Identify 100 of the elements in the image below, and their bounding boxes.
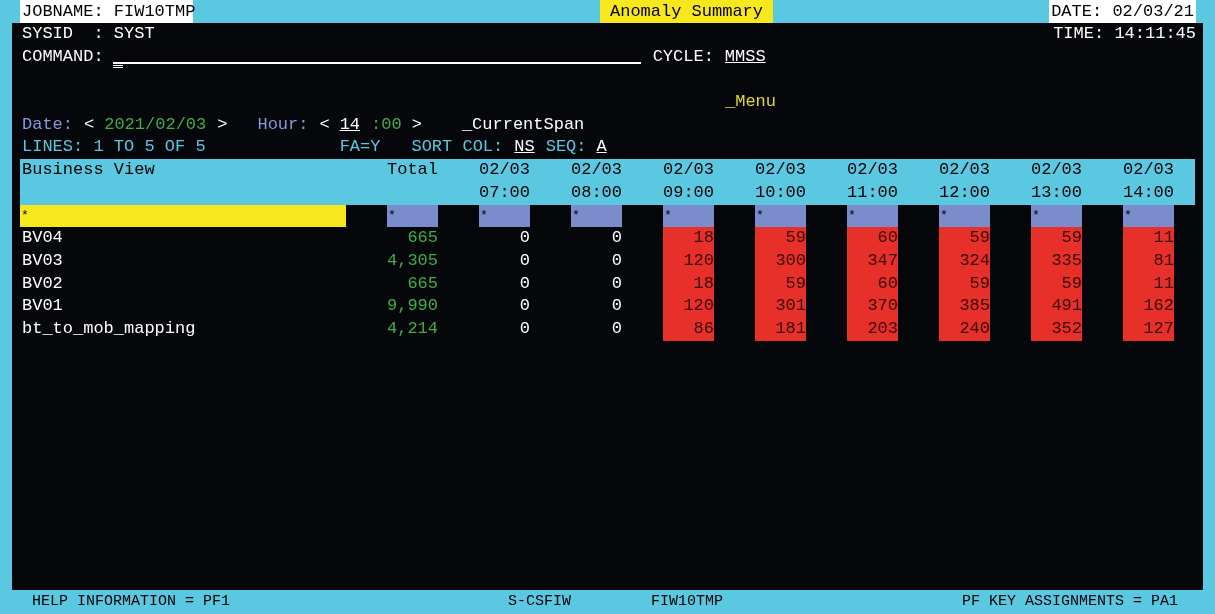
anomaly-cell: 385 bbox=[939, 295, 990, 318]
column-header-date: 02/03 bbox=[663, 159, 714, 182]
anomaly-cell: 301 bbox=[755, 295, 806, 318]
anomaly-cell: 335 bbox=[1031, 249, 1082, 273]
time-label: TIME: 14:11:45 bbox=[1053, 23, 1196, 45]
filter-input[interactable]: * bbox=[663, 204, 714, 228]
anomaly-cell: 240 bbox=[939, 317, 990, 341]
anomaly-cell: 59 bbox=[755, 272, 806, 296]
next-date-button[interactable]: > bbox=[217, 113, 228, 137]
column-header-date: 02/03 bbox=[847, 159, 898, 182]
current-span-link[interactable]: _CurrentSpan bbox=[461, 113, 585, 137]
filter-input[interactable]: * bbox=[571, 204, 622, 228]
column-header-time: 09:00 bbox=[663, 181, 714, 204]
table-cell: 0 bbox=[519, 295, 530, 318]
cycle-value: MMSS bbox=[724, 45, 766, 68]
anomaly-cell: 324 bbox=[939, 249, 990, 273]
column-header-date: 02/03 bbox=[479, 159, 530, 182]
column-header-time: 07:00 bbox=[479, 181, 530, 204]
pf-key-label: PF KEY ASSIGNMENTS = PA1 bbox=[961, 592, 1178, 612]
anomaly-cell: 347 bbox=[847, 249, 898, 273]
total-value: 9,990 bbox=[387, 295, 438, 318]
filter-input[interactable]: * bbox=[1031, 204, 1082, 228]
table-cell-text: 0 bbox=[519, 272, 530, 295]
cycle-label: CYCLE: bbox=[652, 45, 714, 68]
anomaly-cell: 181 bbox=[755, 317, 806, 341]
table-cell: 0 bbox=[519, 227, 530, 250]
total-value: 4,214 bbox=[387, 317, 438, 340]
filter-input[interactable]: * bbox=[755, 204, 806, 228]
table-cell-text: 0 bbox=[611, 249, 622, 272]
anomaly-cell: 120 bbox=[663, 249, 714, 273]
row-name: BV02 bbox=[22, 272, 63, 295]
anomaly-cell: 352 bbox=[1031, 317, 1082, 341]
column-header-date: 02/03 bbox=[939, 159, 990, 182]
total-value: 665 bbox=[407, 272, 438, 295]
filter-input[interactable]: * bbox=[847, 204, 898, 228]
next-hour-button[interactable]: > bbox=[411, 113, 422, 137]
date-value: 2021/02/03 bbox=[104, 113, 207, 136]
program-label: S-CSFIW bbox=[508, 592, 572, 612]
command-label: COMMAND: bbox=[22, 45, 104, 68]
previous-hour-button[interactable]: < bbox=[319, 113, 330, 137]
anomaly-cell: 59 bbox=[1031, 227, 1082, 250]
table-cell: 0 bbox=[611, 295, 622, 318]
table-cell-text: 0 bbox=[611, 272, 622, 295]
anomaly-cell: 86 bbox=[663, 317, 714, 341]
anomaly-cell: 81 bbox=[1123, 249, 1174, 273]
row-name: BV01 bbox=[22, 295, 63, 318]
sort-input[interactable]: NS bbox=[514, 136, 535, 160]
column-header-date: 02/03 bbox=[1031, 159, 1082, 182]
anomaly-cell: 18 bbox=[663, 227, 714, 250]
row-name: BV03 bbox=[22, 249, 63, 272]
anomaly-cell: 59 bbox=[939, 227, 990, 250]
date-nav-label: Date: bbox=[22, 113, 73, 136]
column-header-date: 02/03 bbox=[571, 159, 622, 182]
anomaly-cell: 300 bbox=[755, 249, 806, 273]
table-cell-text: 0 bbox=[519, 249, 530, 272]
sort-label: SORT COL: bbox=[411, 136, 504, 159]
lines-label: LINES: 1 TO 5 OF 5 bbox=[22, 136, 206, 159]
column-header: Total bbox=[387, 159, 438, 182]
column-header: Business View bbox=[22, 159, 156, 182]
seq-input[interactable]: A bbox=[596, 136, 607, 160]
help-info-label: HELP INFORMATION = PF1 bbox=[32, 592, 231, 612]
column-header-time: 10:00 bbox=[755, 181, 806, 204]
anomaly-cell: 59 bbox=[755, 227, 806, 250]
previous-date-button[interactable]: < bbox=[84, 113, 95, 137]
total-value: 665 bbox=[407, 227, 438, 250]
anomaly-cell: 60 bbox=[847, 227, 898, 250]
fa-label: FA=Y bbox=[339, 136, 381, 159]
table-cell-text: 0 bbox=[519, 317, 530, 340]
filter-input[interactable]: * bbox=[479, 204, 530, 228]
anomaly-cell: 11 bbox=[1123, 227, 1174, 250]
column-header-date: 02/03 bbox=[1123, 159, 1174, 182]
filter-input[interactable]: * bbox=[1123, 204, 1174, 228]
menu-link[interactable]: _Menu bbox=[725, 91, 776, 114]
filter-input[interactable]: * bbox=[387, 204, 438, 228]
row-name: bt_to_mob_mapping bbox=[22, 317, 196, 340]
anomaly-cell: 60 bbox=[847, 272, 898, 296]
row-name: BV04 bbox=[22, 227, 63, 250]
anomaly-cell: 18 bbox=[663, 272, 714, 296]
column-header-time: 13:00 bbox=[1031, 181, 1082, 204]
job-label: FIW10TMP bbox=[651, 592, 724, 612]
total-value: 4,305 bbox=[387, 249, 438, 272]
screen-title: Anomaly Summary bbox=[600, 0, 773, 23]
anomaly-cell: 120 bbox=[663, 295, 714, 318]
column-header-time: 11:00 bbox=[847, 181, 898, 204]
hour-input[interactable]: 14 bbox=[339, 113, 361, 137]
table-cell-text: 0 bbox=[611, 317, 622, 340]
anomaly-cell: 203 bbox=[847, 317, 898, 341]
hour-nav-label: Hour: bbox=[257, 113, 309, 136]
anomaly-cell: 491 bbox=[1031, 295, 1082, 318]
anomaly-cell: 162 bbox=[1123, 295, 1174, 318]
filter-input[interactable]: * bbox=[939, 204, 990, 228]
anomaly-cell: 127 bbox=[1123, 317, 1174, 341]
filter-input[interactable]: * bbox=[20, 204, 346, 228]
text-cursor bbox=[112, 65, 123, 69]
column-header-time: 08:00 bbox=[571, 181, 622, 204]
anomaly-cell: 59 bbox=[939, 272, 990, 296]
anomaly-cell: 59 bbox=[1031, 272, 1082, 296]
anomaly-cell: 370 bbox=[847, 295, 898, 318]
sysid-label: SYSID : SYST bbox=[22, 23, 155, 45]
table-cell: 0 bbox=[611, 227, 622, 250]
